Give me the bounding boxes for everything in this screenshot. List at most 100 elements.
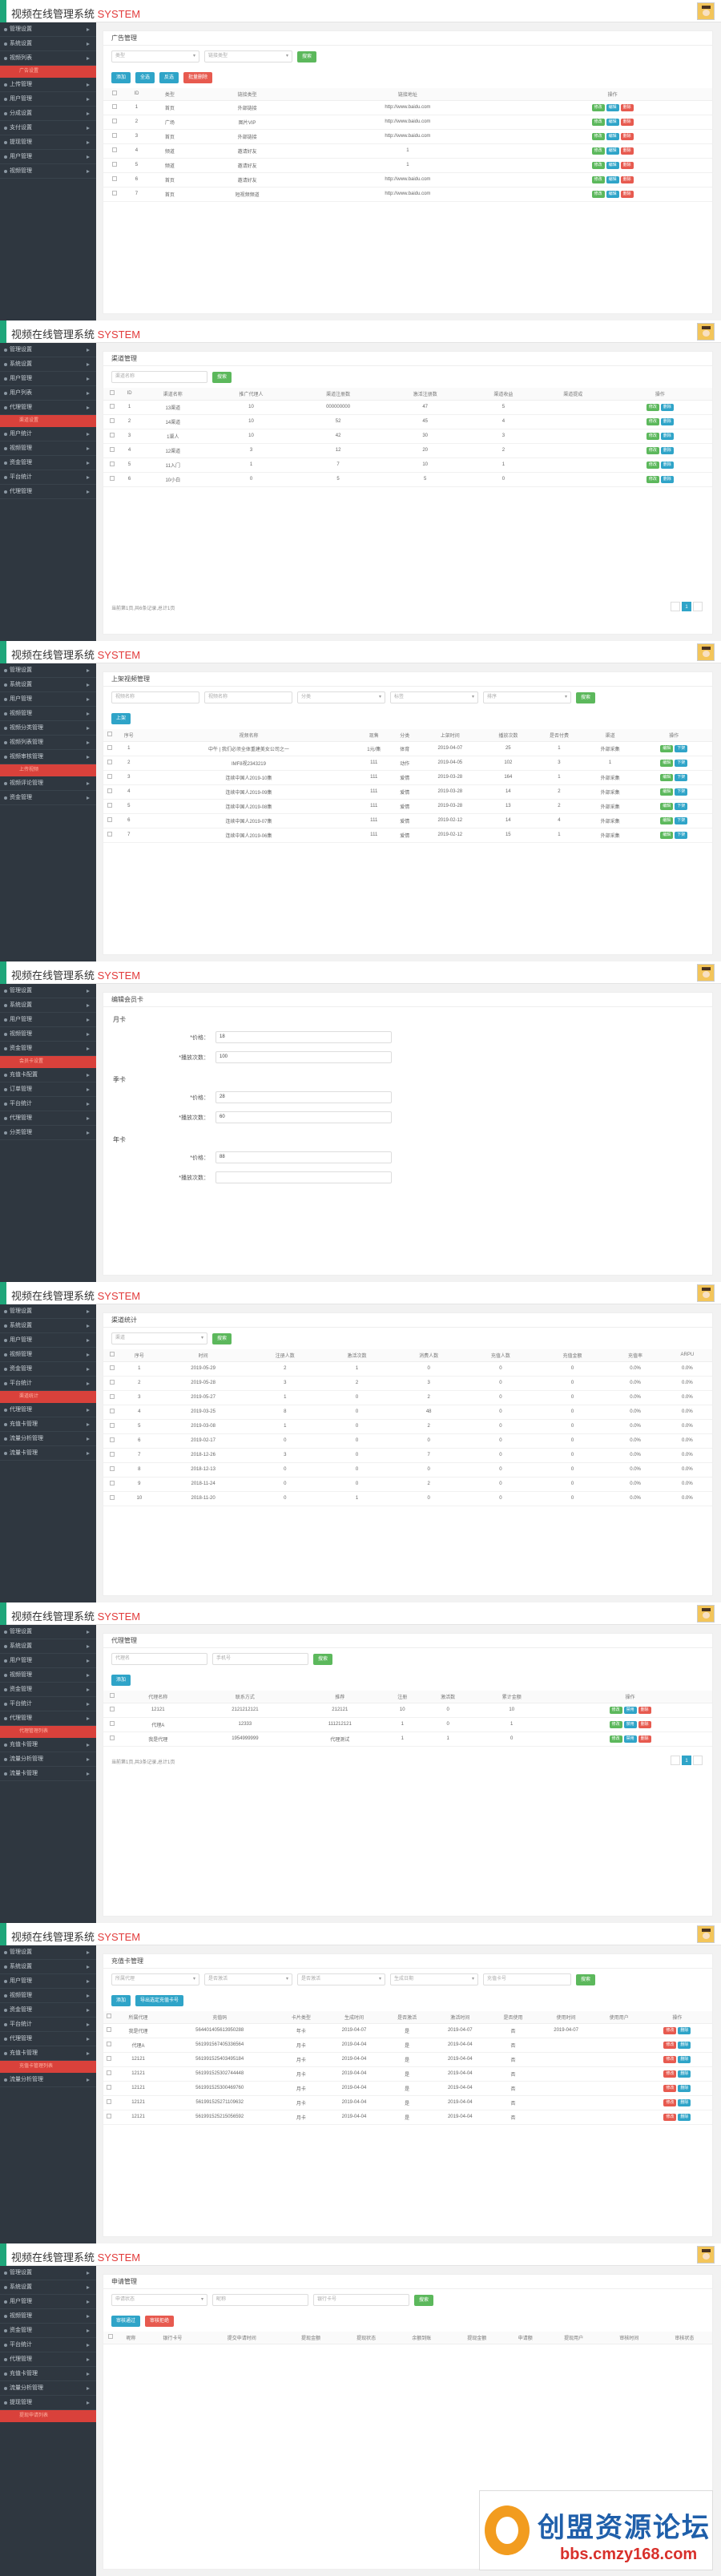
- row-action-button[interactable]: 修改: [663, 2113, 677, 2121]
- row-action-button[interactable]: 下架: [675, 759, 688, 767]
- sidebar-item[interactable]: 平台统计: [0, 1697, 96, 1711]
- filter-field[interactable]: 分类: [297, 691, 385, 703]
- sidebar-item[interactable]: 资金管理: [0, 1683, 96, 1697]
- sidebar-item[interactable]: 用户统计: [0, 427, 96, 441]
- sidebar-item[interactable]: 管理设置: [0, 1304, 96, 1319]
- filter-field[interactable]: 视频名称: [111, 691, 199, 703]
- sidebar-item[interactable]: 充值卡管理: [0, 2367, 96, 2381]
- form-input[interactable]: 28: [215, 1091, 392, 1103]
- row-checkbox[interactable]: [107, 803, 112, 808]
- row-action-button[interactable]: 编辑: [660, 831, 674, 839]
- menu-toggle-button[interactable]: [0, 1282, 6, 1304]
- row-checkbox[interactable]: [111, 147, 117, 152]
- prev-page-button[interactable]: [671, 1756, 680, 1765]
- row-checkbox[interactable]: [109, 418, 115, 423]
- row-checkbox[interactable]: [111, 133, 117, 138]
- sidebar-item[interactable]: 视频管理: [0, 441, 96, 456]
- sidebar-item[interactable]: 系统设置: [0, 37, 96, 51]
- row-action-button[interactable]: 编辑: [606, 175, 619, 183]
- prev-page-button[interactable]: [671, 602, 680, 611]
- row-checkbox[interactable]: [109, 447, 115, 452]
- search-button[interactable]: 搜索: [576, 691, 596, 703]
- sidebar-item[interactable]: 资金管理: [0, 1362, 96, 1377]
- search-button[interactable]: 搜索: [212, 1332, 232, 1344]
- sidebar-item[interactable]: 订单管理: [0, 1082, 96, 1097]
- select-all-checkbox[interactable]: [111, 91, 117, 96]
- form-input[interactable]: 88: [215, 1151, 392, 1163]
- filter-field[interactable]: 申请状态: [111, 2294, 207, 2306]
- sidebar-item[interactable]: 用户管理: [0, 92, 96, 107]
- row-action-button[interactable]: 删除: [678, 2055, 691, 2063]
- row-checkbox[interactable]: [110, 1721, 115, 1726]
- sidebar-item[interactable]: 系统设置: [0, 357, 96, 372]
- row-action-button[interactable]: 修改: [663, 2041, 677, 2049]
- row-action-button[interactable]: 下架: [675, 816, 688, 824]
- sidebar-item[interactable]: 用户管理: [0, 1333, 96, 1348]
- row-action-button[interactable]: 删除: [678, 2084, 691, 2092]
- row-action-button[interactable]: 下架: [675, 831, 688, 839]
- row-action-button[interactable]: 编辑: [660, 744, 674, 752]
- menu-toggle-button[interactable]: [0, 1923, 6, 1945]
- sidebar-item[interactable]: 资金管理: [0, 2003, 96, 2018]
- user-avatar[interactable]: [697, 1284, 715, 1302]
- row-action-button[interactable]: 下架: [675, 773, 688, 781]
- row-action-button[interactable]: 删除: [678, 2113, 691, 2121]
- sidebar-item[interactable]: 视频审核管理: [0, 750, 96, 764]
- menu-toggle-button[interactable]: [0, 320, 6, 343]
- bulk-action-button[interactable]: 批量删除: [183, 72, 213, 83]
- sidebar-item[interactable]: 用户管理: [0, 1654, 96, 1668]
- row-action-button[interactable]: 下架: [675, 788, 688, 796]
- filter-field[interactable]: 昵称: [212, 2294, 308, 2306]
- row-checkbox[interactable]: [111, 191, 117, 196]
- select-all-checkbox[interactable]: [109, 390, 115, 396]
- sidebar-item[interactable]: 提现申请列表: [0, 2410, 96, 2422]
- row-checkbox[interactable]: [110, 1423, 115, 1428]
- filter-field[interactable]: 充值卡号: [483, 1973, 571, 1985]
- row-action-button[interactable]: 删除: [678, 2098, 691, 2106]
- row-action-button[interactable]: 修改: [609, 1735, 622, 1743]
- row-checkbox[interactable]: [110, 1481, 115, 1486]
- sidebar-item[interactable]: 提现管理: [0, 2396, 96, 2410]
- sidebar-item[interactable]: 视频管理: [0, 1989, 96, 2003]
- row-action-button[interactable]: 编辑: [606, 190, 619, 198]
- sidebar-item[interactable]: 平台统计: [0, 2338, 96, 2352]
- row-action-button[interactable]: 编辑: [660, 759, 674, 767]
- row-action-button[interactable]: 修改: [646, 417, 659, 425]
- sidebar-item[interactable]: 管理设置: [0, 1625, 96, 1639]
- row-checkbox[interactable]: [107, 2056, 112, 2061]
- user-avatar[interactable]: [697, 643, 715, 661]
- row-action-button[interactable]: 删除: [620, 147, 634, 155]
- user-avatar[interactable]: [697, 964, 715, 982]
- sidebar-item[interactable]: 系统设置: [0, 1960, 96, 1974]
- sidebar-item[interactable]: 充值卡配置: [0, 1068, 96, 1082]
- filter-field[interactable]: 排序: [483, 691, 571, 703]
- sidebar-item[interactable]: 提现管理: [0, 135, 96, 150]
- row-checkbox[interactable]: [107, 2114, 112, 2118]
- menu-toggle-button[interactable]: [0, 2243, 6, 2266]
- row-action-button[interactable]: 编辑: [606, 147, 619, 155]
- row-action-button[interactable]: 修改: [646, 446, 659, 454]
- row-action-button[interactable]: 禁用: [623, 1735, 637, 1743]
- row-action-button[interactable]: 禁用: [623, 1720, 637, 1728]
- row-action-button[interactable]: 编辑: [660, 788, 674, 796]
- sidebar-item[interactable]: 渠道设置: [0, 415, 96, 427]
- menu-toggle-button[interactable]: [0, 0, 6, 22]
- sidebar-item[interactable]: 流量分析管理: [0, 2381, 96, 2396]
- row-checkbox[interactable]: [107, 788, 112, 793]
- row-action-button[interactable]: 修改: [609, 1706, 622, 1714]
- row-action-button[interactable]: 修改: [609, 1720, 622, 1728]
- bulk-action-button[interactable]: 全选: [135, 72, 155, 83]
- row-action-button[interactable]: 修改: [663, 2026, 677, 2034]
- sidebar-item[interactable]: 用户管理: [0, 2295, 96, 2309]
- reject-button[interactable]: 审核拒绝: [145, 2316, 175, 2327]
- row-checkbox[interactable]: [111, 176, 117, 181]
- menu-toggle-button[interactable]: [0, 641, 6, 663]
- row-checkbox[interactable]: [109, 462, 115, 466]
- row-checkbox[interactable]: [107, 832, 112, 836]
- row-checkbox[interactable]: [110, 1466, 115, 1471]
- row-action-button[interactable]: 编辑: [606, 132, 619, 140]
- row-checkbox[interactable]: [111, 162, 117, 167]
- select-all-checkbox[interactable]: [107, 2334, 113, 2340]
- row-action-button[interactable]: 修改: [591, 147, 605, 155]
- row-action-button[interactable]: 删除: [638, 1706, 651, 1714]
